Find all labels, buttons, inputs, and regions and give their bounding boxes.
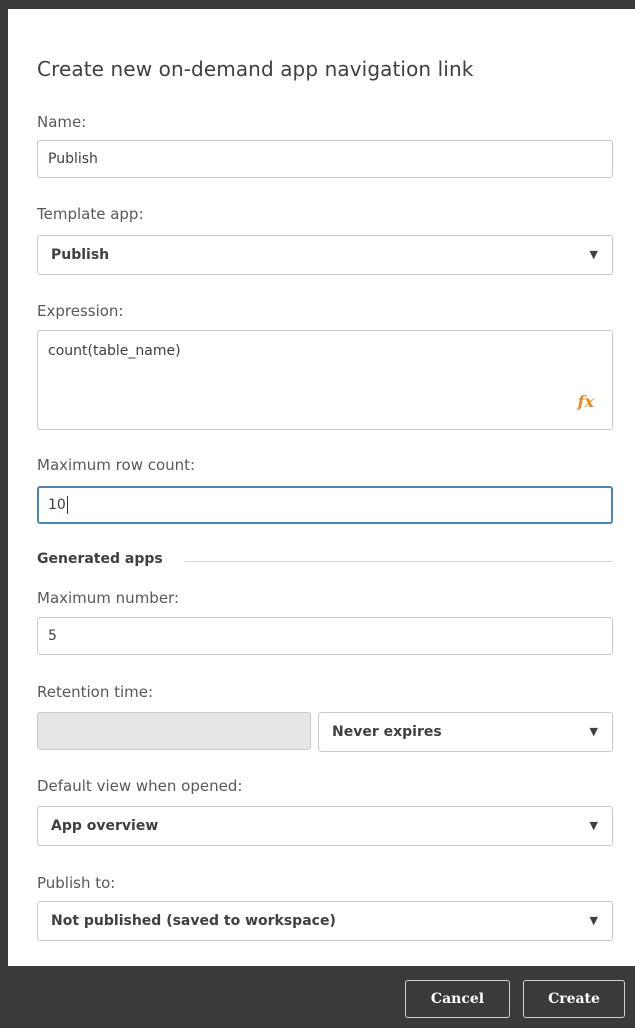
text-caret xyxy=(66,496,68,514)
chevron-down-icon: ▼ xyxy=(589,819,598,832)
max-number-value: 5 xyxy=(48,628,57,644)
default-view-select[interactable]: App overview ▼ xyxy=(37,806,613,846)
top-bar xyxy=(0,0,635,9)
create-button[interactable]: Create xyxy=(523,980,625,1018)
template-app-selected: Publish xyxy=(51,247,110,263)
retention-time-label: Retention time: xyxy=(37,683,154,701)
max-row-count-value: 10 xyxy=(48,497,66,513)
generated-apps-section: Generated apps xyxy=(37,551,613,571)
name-input-value: Publish xyxy=(48,151,98,167)
template-app-label: Template app: xyxy=(37,205,144,223)
chevron-down-icon: ▼ xyxy=(589,725,598,738)
name-label: Name: xyxy=(37,113,87,131)
default-view-label: Default view when opened: xyxy=(37,777,243,795)
chevron-down-icon: ▼ xyxy=(589,914,598,927)
expression-value: count(table_name) xyxy=(48,343,181,359)
retention-time-selected: Never expires xyxy=(332,724,442,740)
default-view-selected: App overview xyxy=(51,818,159,834)
section-divider xyxy=(185,561,613,562)
name-input[interactable]: Publish xyxy=(37,140,613,178)
dialog-footer: Cancel Create xyxy=(8,966,635,1028)
dialog-title: Create new on-demand app navigation link xyxy=(37,57,474,81)
max-row-count-label: Maximum row count: xyxy=(37,456,196,474)
expression-label: Expression: xyxy=(37,302,124,320)
retention-time-input xyxy=(37,712,311,750)
max-number-label: Maximum number: xyxy=(37,589,180,607)
max-number-input[interactable]: 5 xyxy=(37,617,613,655)
retention-time-select[interactable]: Never expires ▼ xyxy=(318,712,613,752)
chevron-down-icon: ▼ xyxy=(589,248,598,261)
publish-to-select[interactable]: Not published (saved to workspace) ▼ xyxy=(37,901,613,941)
fx-icon[interactable]: fx xyxy=(578,392,594,411)
publish-to-selected: Not published (saved to workspace) xyxy=(51,913,336,929)
publish-to-label: Publish to: xyxy=(37,874,116,892)
max-row-count-input[interactable]: 10 xyxy=(37,486,613,524)
cancel-button[interactable]: Cancel xyxy=(405,980,510,1018)
template-app-select[interactable]: Publish ▼ xyxy=(37,235,613,275)
expression-textarea[interactable]: count(table_name) fx xyxy=(37,330,613,430)
create-link-dialog: Create new on-demand app navigation link… xyxy=(8,9,635,966)
generated-apps-title: Generated apps xyxy=(37,551,177,567)
